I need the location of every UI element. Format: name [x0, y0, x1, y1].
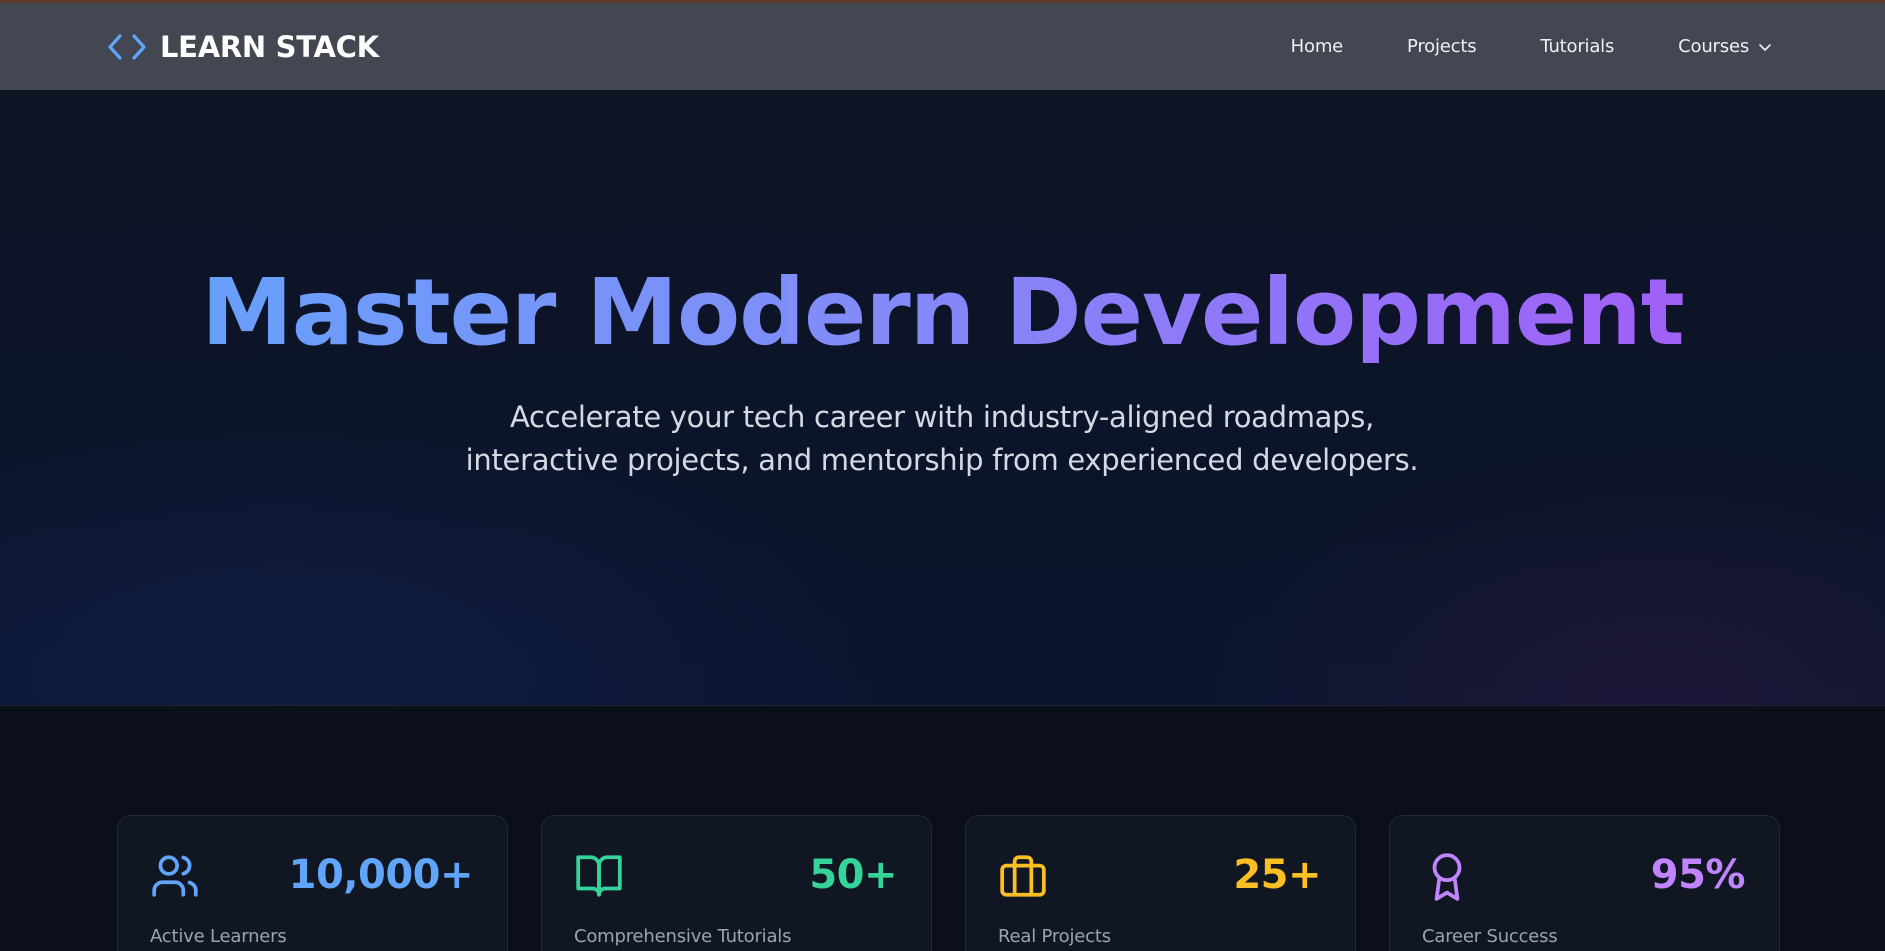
nav-item-label: Home — [1290, 36, 1344, 57]
award-icon — [1422, 851, 1472, 901]
brand-logo[interactable]: LEARN STACK — [106, 30, 379, 64]
hero-title: Master Modern Development — [0, 260, 1885, 366]
users-icon — [150, 851, 200, 901]
hero-subtitle: Accelerate your tech career with industr… — [465, 400, 1419, 477]
nav-item-courses-dropdown[interactable]: Courses — [1678, 36, 1773, 57]
stat-card-projects: 25+ Real Projects — [965, 815, 1356, 951]
nav-item-home[interactable]: Home — [1290, 36, 1344, 57]
main-nav: Home Projects Tutorials Courses — [1291, 3, 1773, 90]
code-brackets-icon — [108, 34, 146, 60]
nav-item-projects[interactable]: Projects — [1407, 36, 1477, 57]
brand-name: LEARN STACK — [160, 30, 379, 64]
stat-value: 10,000+ — [288, 852, 474, 898]
stat-label: Real Projects — [998, 926, 1111, 947]
briefcase-icon — [998, 851, 1048, 901]
stat-label: Career Success — [1422, 926, 1558, 947]
stat-card-tutorials: 50+ Comprehensive Tutorials — [541, 815, 932, 951]
hero-section: Master Modern Development Accelerate you… — [0, 90, 1885, 706]
nav-item-label: Tutorials — [1540, 36, 1615, 57]
book-open-icon — [574, 851, 624, 901]
stat-label: Comprehensive Tutorials — [574, 926, 792, 947]
nav-item-label: Projects — [1407, 36, 1477, 57]
navbar: LEARN STACK Home Projects Tutorials Cour… — [0, 0, 1885, 90]
stat-card-success: 95% Career Success — [1389, 815, 1780, 951]
stat-value: 95% — [1650, 852, 1746, 898]
stats-section: 10,000+ Active Learners 50+ Comprehensiv… — [0, 706, 1885, 951]
stat-label: Active Learners — [150, 926, 287, 947]
stat-card-learners: 10,000+ Active Learners — [117, 815, 508, 951]
nav-item-label: Courses — [1678, 36, 1749, 57]
nav-item-tutorials[interactable]: Tutorials — [1540, 36, 1614, 57]
stat-value: 25+ — [1233, 852, 1321, 898]
chevron-down-icon — [1759, 43, 1771, 51]
stat-value: 50+ — [809, 852, 897, 898]
